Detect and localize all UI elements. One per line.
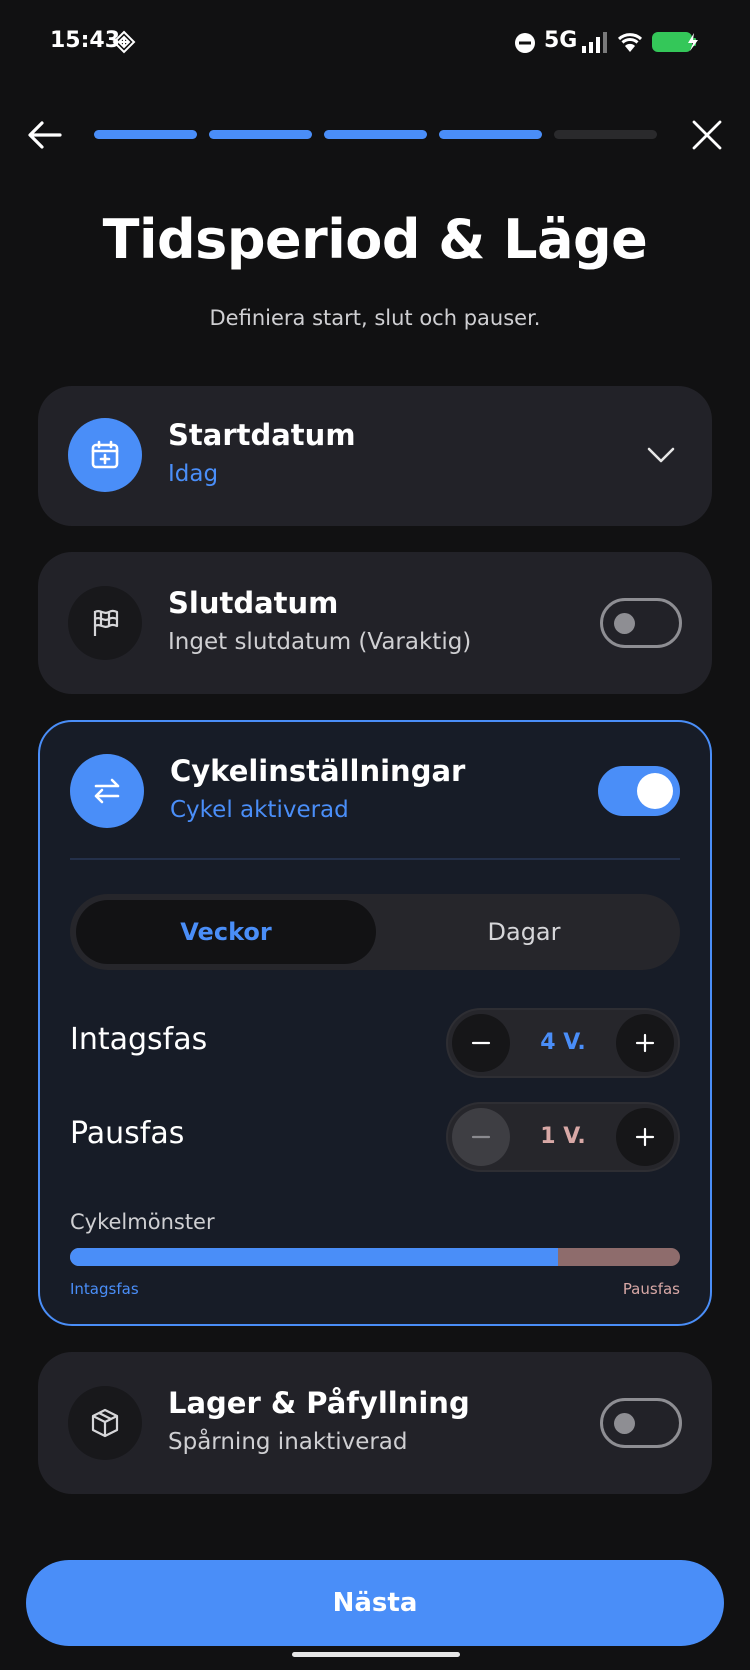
toggle-knob bbox=[614, 613, 635, 634]
unit-option-weeks[interactable]: Veckor bbox=[76, 900, 376, 964]
arrow-left-icon[interactable] bbox=[26, 116, 64, 154]
pause-phase-value: 1 V. bbox=[540, 1124, 586, 1149]
unit-segmented-control: Veckor Dagar bbox=[70, 894, 680, 970]
wifi-icon bbox=[617, 33, 643, 52]
progress-step bbox=[94, 130, 197, 139]
minus-icon bbox=[471, 1041, 491, 1045]
page-subtitle: Definiera start, slut och pauser. bbox=[209, 306, 541, 330]
cycle-pattern-intake-label: Intagsfas bbox=[70, 1280, 139, 1298]
status-time: 15:43 bbox=[50, 28, 121, 53]
next-button[interactable]: Nästa bbox=[26, 1560, 724, 1646]
cycle-status: Cykel aktiverad bbox=[170, 797, 349, 823]
calendar-plus-icon bbox=[91, 440, 119, 469]
chevron-down-icon[interactable] bbox=[646, 440, 676, 470]
intake-phase-row: Intagsfas 4 V. bbox=[70, 1008, 680, 1078]
end-date-title: Slutdatum bbox=[168, 586, 339, 620]
progress-indicator bbox=[94, 130, 657, 139]
pause-decrement-button[interactable] bbox=[452, 1108, 510, 1166]
progress-step bbox=[209, 130, 312, 139]
do-not-disturb-icon bbox=[515, 33, 535, 53]
inventory-title: Lager & Påfyllning bbox=[168, 1386, 470, 1420]
end-date-card: Slutdatum Inget slutdatum (Varaktig) bbox=[38, 552, 712, 694]
intake-phase-label: Intagsfas bbox=[70, 1022, 208, 1057]
cycle-toggle[interactable] bbox=[598, 766, 680, 816]
progress-step bbox=[554, 130, 657, 139]
toggle-knob bbox=[637, 773, 673, 809]
inventory-status: Spårning inaktiverad bbox=[168, 1429, 408, 1455]
cycle-pattern-bar bbox=[70, 1248, 680, 1266]
progress-step bbox=[439, 130, 542, 139]
cycle-pattern-pause-label: Pausfas bbox=[622, 1280, 680, 1298]
cycle-pattern-label: Cykelmönster bbox=[70, 1210, 215, 1234]
unit-option-days[interactable]: Dagar bbox=[374, 900, 674, 964]
cycle-pattern-intake-fill bbox=[70, 1248, 558, 1266]
intake-phase-stepper: 4 V. bbox=[446, 1008, 680, 1078]
inventory-icon-circle bbox=[68, 1386, 142, 1460]
start-date-value: Idag bbox=[168, 461, 219, 487]
intake-decrement-button[interactable] bbox=[452, 1014, 510, 1072]
toggle-knob bbox=[614, 1413, 635, 1434]
box-icon bbox=[91, 1408, 119, 1438]
inventory-toggle[interactable] bbox=[600, 1398, 682, 1448]
end-date-toggle[interactable] bbox=[600, 598, 682, 648]
signal-icon bbox=[582, 32, 607, 53]
pause-phase-stepper: 1 V. bbox=[446, 1102, 680, 1172]
minus-icon bbox=[471, 1135, 491, 1139]
plus-icon bbox=[635, 1127, 655, 1147]
home-indicator bbox=[292, 1652, 460, 1657]
inventory-card: Lager & Påfyllning Spårning inaktiverad bbox=[38, 1352, 712, 1494]
cycle-icon-circle bbox=[70, 754, 144, 828]
status-bar: 15:43 5G bbox=[0, 0, 750, 86]
start-date-title: Startdatum bbox=[168, 418, 356, 452]
end-date-value: Inget slutdatum (Varaktig) bbox=[168, 629, 472, 655]
plus-icon bbox=[635, 1033, 655, 1053]
battery-charging-icon bbox=[652, 32, 698, 52]
network-type: 5G bbox=[544, 28, 578, 53]
intake-phase-value: 4 V. bbox=[540, 1030, 586, 1055]
cycle-settings-card: Cykelinställningar Cykel aktiverad Vecko… bbox=[38, 720, 712, 1326]
divider bbox=[70, 858, 680, 860]
pause-phase-row: Pausfas 1 V. bbox=[70, 1102, 680, 1172]
start-date-icon-circle bbox=[68, 418, 142, 492]
start-date-card[interactable]: Startdatum Idag bbox=[38, 386, 712, 526]
grid-diamond-icon bbox=[112, 30, 136, 54]
cycle-title: Cykelinställningar bbox=[170, 754, 466, 788]
swap-arrows-icon bbox=[94, 778, 120, 804]
intake-increment-button[interactable] bbox=[616, 1014, 674, 1072]
flag-icon bbox=[93, 609, 119, 636]
page-title: Tidsperiod & Läge bbox=[102, 208, 648, 271]
pause-increment-button[interactable] bbox=[616, 1108, 674, 1166]
progress-step bbox=[324, 130, 427, 139]
end-date-icon-circle bbox=[68, 586, 142, 660]
close-icon[interactable] bbox=[690, 118, 724, 152]
pause-phase-label: Pausfas bbox=[70, 1116, 185, 1151]
